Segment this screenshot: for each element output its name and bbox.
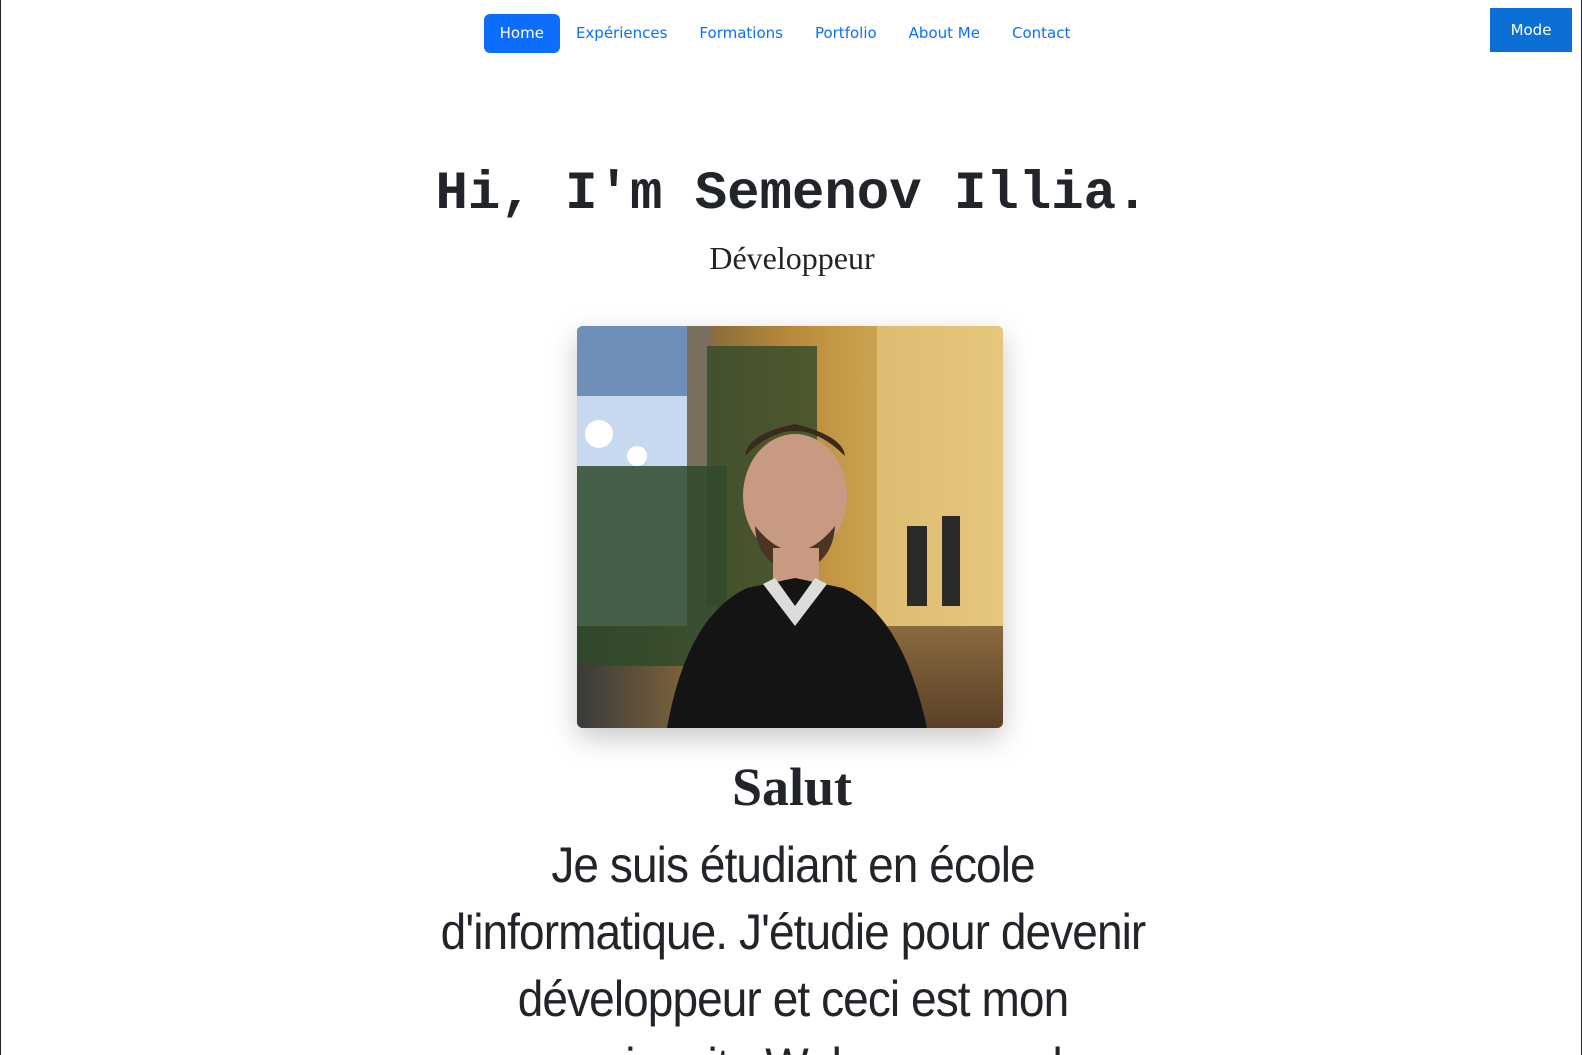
main-nav: Home Expériences Formations Portfolio Ab… [1,14,1569,53]
nav-experiences[interactable]: Expériences [560,14,683,53]
nav-contact[interactable]: Contact [996,14,1086,53]
mode-toggle-button[interactable]: Mode [1490,8,1572,52]
profile-photo [577,326,1003,728]
nav-home[interactable]: Home [483,14,560,53]
hero-title: Hi, I'm Semenov Illia. [435,164,1149,225]
hero-subtitle: Développeur [709,240,875,276]
nav-portfolio[interactable]: Portfolio [799,14,893,53]
about-text: Je suis étudiant en école d'informatique… [440,837,1147,1055]
nav-formations[interactable]: Formations [683,14,799,53]
about-heading: Salut [731,757,853,817]
nav-about-me[interactable]: About Me [893,14,996,53]
